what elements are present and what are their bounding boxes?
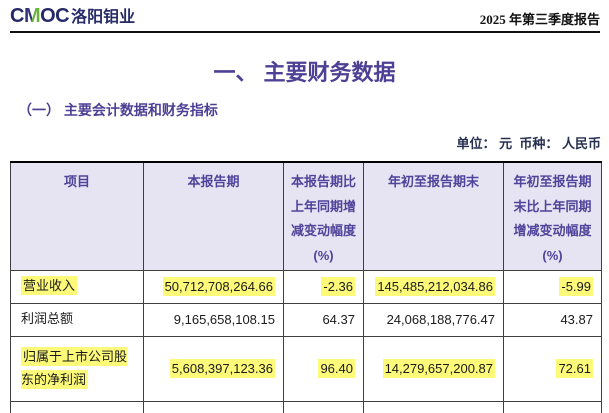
cell-empty <box>364 401 504 413</box>
highlighted-text: 归属于上市公司股东的净利润 <box>21 347 127 389</box>
cell-current-period: 5,608,397,123.36 <box>144 336 284 401</box>
cell-ytd-change-pct: 43.87 <box>504 303 602 336</box>
highlighted-text: 50,712,708,264.66 <box>163 277 275 296</box>
cell-item: 利润总额 <box>11 303 144 336</box>
cell-current-period: 9,165,658,108.15 <box>144 303 284 336</box>
header-current-period: 本报告期 <box>144 162 284 270</box>
cell-current-period: 50,712,708,264.66 <box>144 270 284 303</box>
cell-period-change-pct: 96.40 <box>284 336 364 401</box>
highlighted-text: 72.61 <box>556 359 593 378</box>
cell-ytd: 14,279,657,200.87 <box>364 336 504 401</box>
cell-empty <box>284 401 364 413</box>
logo-letter-c: C <box>10 5 24 27</box>
header-ytd-change-pct: 年初至报告期末比上年同期增减变动幅度(%) <box>504 162 602 270</box>
cell-empty <box>11 401 144 413</box>
table-row-total-profit: 利润总额 9,165,658,108.15 64.37 24,068,188,7… <box>11 303 602 336</box>
highlighted-text: 5,608,397,123.36 <box>170 359 275 378</box>
highlighted-text: -5.99 <box>559 277 593 296</box>
logo-text-cmoc: CMOC <box>10 5 69 28</box>
page-header: CMOC 洛阳钼业 2025 年第三季度报告 <box>10 6 600 33</box>
cell-period-change-pct: 64.37 <box>284 303 364 336</box>
cell-empty <box>504 401 602 413</box>
subsection-title: （一） 主要会计数据和财务指标 <box>18 100 218 120</box>
cell-period-change-pct: -2.36 <box>284 270 364 303</box>
highlighted-text: 营业收入 <box>21 276 77 295</box>
cell-ytd: 145,485,212,034.86 <box>364 270 504 303</box>
table-row-operating-revenue: 营业收入 50,712,708,264.66 -2.36 145,485,212… <box>11 270 602 303</box>
logo-letters-oc: OC <box>40 5 69 27</box>
highlighted-text: -2.36 <box>321 277 355 296</box>
cell-item: 营业收入 <box>11 270 144 303</box>
cell-ytd: 24,068,188,776.47 <box>364 303 504 336</box>
cell-empty <box>144 401 284 413</box>
highlighted-text: 145,485,212,034.86 <box>375 277 495 296</box>
cell-item: 归属于上市公司股东的净利润 <box>11 336 144 401</box>
cell-ytd-change-pct: 72.61 <box>504 336 602 401</box>
cell-ytd-change-pct: -5.99 <box>504 270 602 303</box>
table-row-partial <box>11 401 602 413</box>
section-title: 一、 主要财务数据 <box>0 55 609 87</box>
financial-table: 项目 本报告期 本报告期比上年同期增减变动幅度(%) 年初至报告期末 年初至报告… <box>10 161 602 413</box>
table-header-row: 项目 本报告期 本报告期比上年同期增减变动幅度(%) 年初至报告期末 年初至报告… <box>11 162 602 270</box>
highlighted-text: 14,279,657,200.87 <box>383 359 495 378</box>
header-ytd: 年初至报告期末 <box>364 162 504 270</box>
report-title: 2025 年第三季度报告 <box>480 9 600 28</box>
company-logo: CMOC 洛阳钼业 <box>10 3 135 28</box>
table-row-net-profit-attributable: 归属于上市公司股东的净利润 5,608,397,123.36 96.40 14,… <box>11 336 602 401</box>
unit-note: 单位： 元 币种： 人民币 <box>457 133 601 152</box>
header-item: 项目 <box>11 162 144 270</box>
highlighted-text: 96.40 <box>318 359 355 378</box>
logo-text-chinese: 洛阳钼业 <box>71 3 135 27</box>
logo-letter-m: M <box>24 5 40 27</box>
header-period-change-pct: 本报告期比上年同期增减变动幅度(%) <box>284 162 364 270</box>
